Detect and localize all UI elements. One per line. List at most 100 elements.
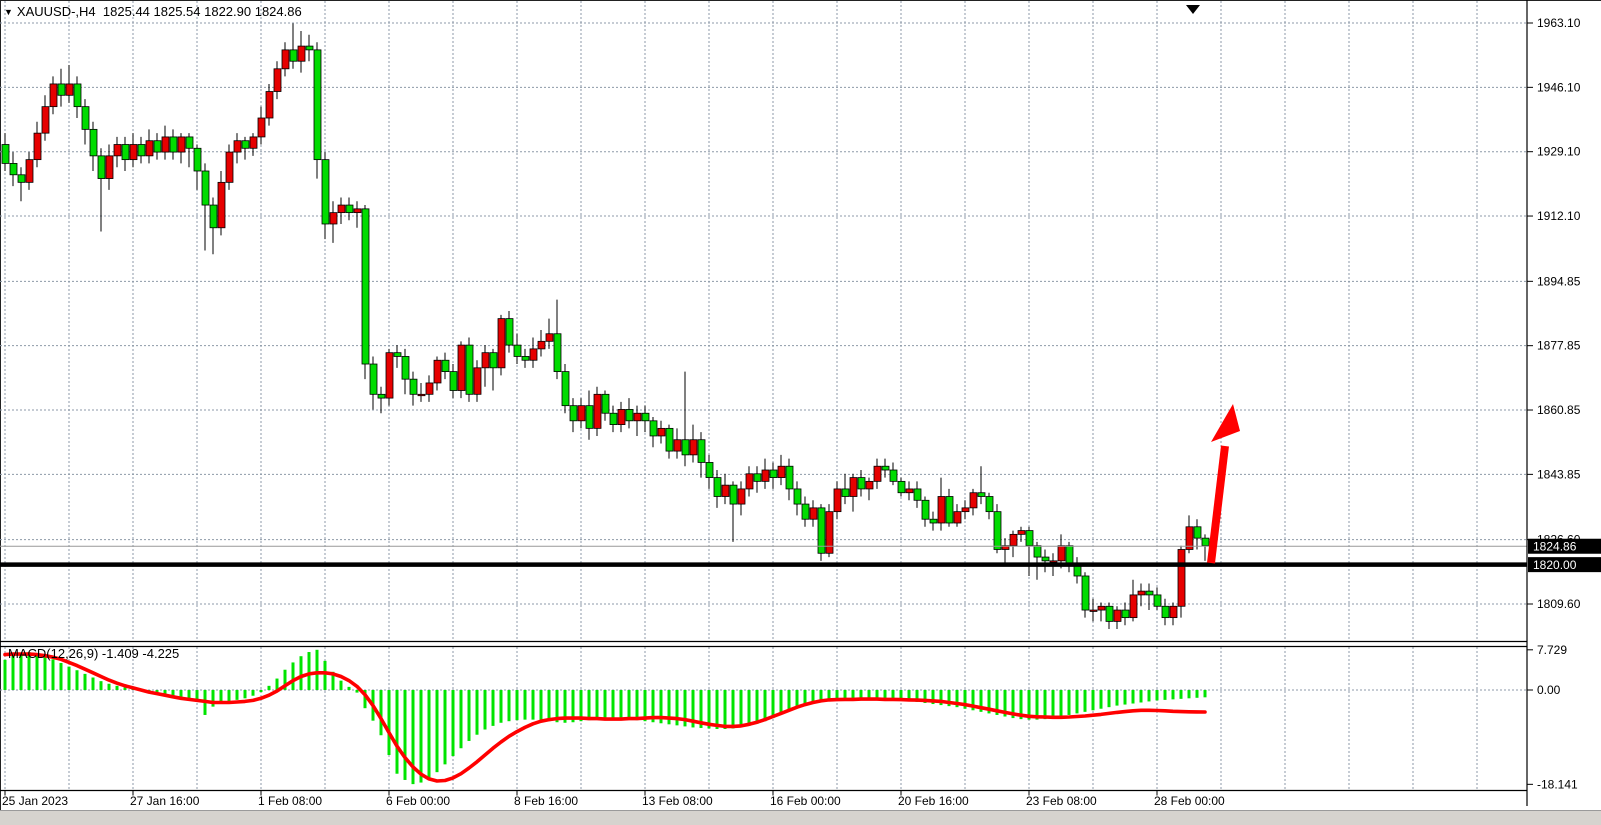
macd-histogram-bar bbox=[500, 690, 503, 723]
candle-body bbox=[482, 353, 489, 368]
macd-histogram-bar bbox=[228, 690, 231, 701]
macd-indicator-label: MACD(12,26,9) -1.409 -4.225 bbox=[8, 646, 179, 661]
macd-histogram-bar bbox=[1164, 690, 1167, 700]
macd-histogram-bar bbox=[76, 670, 79, 690]
grid-layer bbox=[0, 1, 1527, 789]
chart-title: ▼XAUUSD-,H4 1825.44 1825.54 1822.90 1824… bbox=[4, 4, 302, 19]
candle-body bbox=[690, 440, 697, 455]
candle-body bbox=[538, 341, 545, 349]
time-axis-label: 25 Jan 2023 bbox=[2, 794, 68, 808]
candle-body bbox=[674, 440, 681, 451]
candle-body bbox=[770, 470, 777, 478]
candle-body bbox=[554, 334, 561, 372]
candles-layer bbox=[2, 23, 1209, 629]
macd-histogram-bar bbox=[772, 690, 775, 718]
macd-histogram-bar bbox=[388, 690, 391, 755]
candle-body bbox=[962, 508, 969, 512]
candle-body bbox=[730, 485, 737, 504]
macd-histogram-bar bbox=[764, 690, 767, 721]
candle-body bbox=[658, 428, 665, 436]
candle-body bbox=[874, 466, 881, 481]
price-axis-label: 1929.10 bbox=[1537, 145, 1581, 159]
candle-body bbox=[1090, 610, 1097, 611]
macd-histogram-bar bbox=[1092, 690, 1095, 710]
candle-body bbox=[746, 474, 753, 489]
macd-histogram-bar bbox=[636, 690, 639, 720]
candle-body bbox=[986, 497, 993, 512]
macd-histogram-bar bbox=[748, 690, 751, 726]
macd-histogram-bar bbox=[348, 687, 351, 690]
candle-body bbox=[562, 372, 569, 406]
candle-body bbox=[842, 489, 849, 497]
candle-body bbox=[1106, 606, 1113, 621]
macd-histogram-bar bbox=[1180, 690, 1183, 699]
candle-body bbox=[1098, 606, 1105, 610]
candle-body bbox=[154, 141, 161, 152]
candle-body bbox=[42, 107, 49, 133]
macd-histogram-bar bbox=[1196, 690, 1199, 698]
candle-body bbox=[402, 356, 409, 379]
candle-body bbox=[1010, 534, 1017, 545]
candle-body bbox=[74, 84, 81, 107]
macd-histogram-bar bbox=[532, 690, 535, 720]
macd-histogram-bar bbox=[1148, 690, 1151, 701]
macd-histogram-bar bbox=[724, 690, 727, 729]
candle-body bbox=[882, 466, 889, 470]
candle-body bbox=[474, 368, 481, 394]
macd-histogram-bar bbox=[596, 690, 599, 719]
macd-histogram-bar bbox=[524, 690, 527, 720]
candle-body bbox=[586, 406, 593, 429]
candle-body bbox=[1042, 557, 1049, 561]
candle-body bbox=[322, 160, 329, 224]
candle-body bbox=[578, 406, 585, 421]
candle-body bbox=[898, 481, 905, 492]
macd-histogram-bar bbox=[444, 690, 447, 764]
candle-body bbox=[1034, 546, 1041, 557]
candle-body bbox=[274, 69, 281, 92]
macd-histogram-bar bbox=[292, 662, 295, 690]
macd-histogram-bar bbox=[452, 690, 455, 756]
candle-body bbox=[170, 137, 177, 152]
chart-shift-marker-icon[interactable] bbox=[1186, 5, 1200, 14]
candle-body bbox=[666, 428, 673, 451]
price-axis-label: 1843.85 bbox=[1537, 467, 1581, 481]
candle-body bbox=[410, 379, 417, 394]
axes-layer: 1963.101946.101929.101912.101894.851877.… bbox=[0, 0, 1601, 808]
macd-histogram-bar bbox=[492, 690, 495, 726]
candle-body bbox=[1170, 606, 1177, 617]
levels-layer[interactable] bbox=[0, 404, 1527, 565]
candle-body bbox=[266, 92, 273, 118]
time-axis-label: 27 Jan 16:00 bbox=[130, 794, 200, 808]
candle-body bbox=[506, 319, 513, 345]
up-arrow-shaft[interactable] bbox=[1211, 446, 1225, 563]
macd-histogram-bar bbox=[1188, 690, 1191, 698]
candle-body bbox=[130, 144, 137, 159]
macd-histogram-bar bbox=[1068, 690, 1071, 715]
candle-body bbox=[642, 413, 649, 421]
macd-histogram-bar bbox=[324, 661, 327, 690]
macd-histogram-bar bbox=[588, 690, 591, 720]
candle-body bbox=[810, 508, 817, 519]
candle-body bbox=[386, 353, 393, 398]
candle-body bbox=[802, 504, 809, 519]
candle-body bbox=[610, 413, 617, 424]
symbol-dropdown-icon[interactable]: ▼ bbox=[4, 7, 13, 17]
candle-body bbox=[434, 360, 441, 383]
price-axis-label: 1912.10 bbox=[1537, 209, 1581, 223]
candlestick-chart-canvas[interactable]: 1963.101946.101929.101912.101894.851877.… bbox=[0, 0, 1601, 825]
macd-histogram-bar bbox=[404, 690, 407, 780]
macd-histogram-bar bbox=[484, 690, 487, 730]
status-bar bbox=[0, 810, 1601, 825]
macd-histogram-bar bbox=[628, 690, 631, 720]
candle-body bbox=[82, 107, 89, 130]
macd-signal-line[interactable] bbox=[5, 654, 1205, 781]
candle-body bbox=[570, 406, 577, 421]
candle-body bbox=[626, 409, 633, 420]
macd-histogram-bar bbox=[548, 690, 551, 721]
candle-body bbox=[1026, 531, 1033, 546]
macd-histogram-bar bbox=[756, 690, 759, 724]
candle-body bbox=[290, 50, 297, 61]
macd-layer bbox=[0, 650, 1527, 784]
macd-histogram-bar bbox=[732, 690, 735, 728]
candle-body bbox=[114, 144, 121, 155]
